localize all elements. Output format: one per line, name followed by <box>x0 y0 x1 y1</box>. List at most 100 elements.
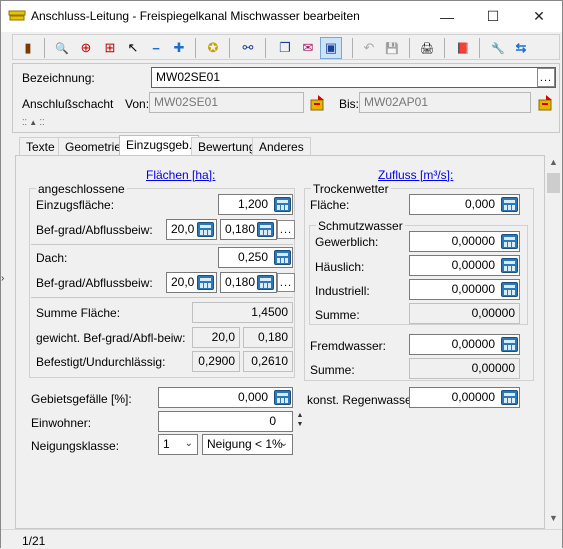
exit-button[interactable]: ▮ <box>17 37 39 59</box>
bezeichnung-input[interactable]: MW02SE01 <box>151 67 556 88</box>
fremdwasser-label: Fremdwasser: <box>310 339 387 353</box>
zufluss-link[interactable]: Zufluss [m³/s]: <box>378 168 453 182</box>
manhole-pick-icon <box>310 94 324 110</box>
zoom-out-button[interactable]: − <box>145 37 167 59</box>
tab-geometrie[interactable]: Geometrie <box>58 137 129 155</box>
close-button[interactable]: ✕ <box>516 1 562 32</box>
print-button[interactable]: 🖨 <box>416 37 438 59</box>
befestigt-value: 0,2900 <box>192 351 240 372</box>
calculator-icon[interactable] <box>501 197 518 212</box>
calculator-icon[interactable] <box>501 282 518 297</box>
save-button[interactable]: 💾 <box>381 37 403 59</box>
neigung-text-select[interactable]: Neigung < 1% ⌄ <box>202 434 293 455</box>
einzugsflaeche-label: Einzugsfläche: <box>36 198 115 212</box>
tab-einzugsgebiet[interactable]: Einzugsgeb. <box>119 135 200 156</box>
schmutz-summe-value: 0,00000 <box>409 303 520 324</box>
gewerblich-label: Gewerblich: <box>315 235 379 249</box>
tools-button[interactable]: 🔧 <box>487 37 509 59</box>
scroll-thumb[interactable] <box>547 173 560 193</box>
einzugsgebiet-panel: Flächen [ha]: angeschlossene Einzugsfläc… <box>15 155 545 529</box>
calculator-icon[interactable] <box>501 234 518 249</box>
calculator-icon[interactable] <box>274 250 291 265</box>
trocken-summe-value: 0,00000 <box>409 358 520 379</box>
calculator-icon[interactable] <box>257 222 274 237</box>
gefaelle-label: Gebietsgefälle [%]: <box>31 392 132 406</box>
bis-pick-button[interactable] <box>536 92 556 113</box>
bezeichnung-browse-button[interactable]: ... <box>537 68 555 87</box>
zoom-in-button[interactable]: ✚ <box>168 37 190 59</box>
dach-label: Dach: <box>36 251 68 265</box>
grid-select-icon: ⊞ <box>104 40 116 55</box>
befgrad1-label: Bef-grad/Abflussbeiw: <box>36 223 153 237</box>
von-label: Von: <box>125 97 150 111</box>
divider <box>31 244 293 245</box>
tab-anderes[interactable]: Anderes <box>252 137 311 155</box>
von-pick-button[interactable] <box>308 92 328 113</box>
wizard-button[interactable]: ✪ <box>202 37 224 59</box>
toolbar-separator <box>409 38 410 58</box>
zoom-extent-button[interactable]: ⊕ <box>75 37 97 59</box>
calculator-icon[interactable] <box>257 275 274 290</box>
maximize-button[interactable]: ☐ <box>470 1 516 32</box>
grid-select-button[interactable]: ⊞ <box>99 37 121 59</box>
undo-icon: ↶ <box>363 40 375 55</box>
bezeichnung-label: Bezeichnung: <box>22 71 95 85</box>
scroll-up-icon[interactable]: ▲ <box>549 157 558 167</box>
manhole-pick-icon <box>538 94 552 110</box>
industriell-label: Industriell: <box>315 284 370 298</box>
bis-input[interactable]: MW02AP01 <box>359 92 531 113</box>
window-title: Anschluss-Leitung - Freispiegelkanal Mis… <box>31 9 360 23</box>
network-button[interactable]: ⚯ <box>237 37 259 59</box>
gefaelle-input[interactable]: 0,000 <box>158 387 293 408</box>
einwohner-label: Einwohner: <box>31 416 92 430</box>
network-icon: ⚯ <box>242 40 254 55</box>
copy-window-button[interactable]: ❐ <box>274 37 296 59</box>
toolbar: ▮ 🔍 ⊕ ⊞ ↖ − ✚ ✪ ⚯ ❐ ✉ ▣ ↶ 💾 🖨 📕 🔧 ⇆ <box>12 34 560 60</box>
vertical-scrollbar[interactable]: ▲ ▼ <box>545 155 562 529</box>
book-icon: 📕 <box>456 42 470 55</box>
title-bar: Anschluss-Leitung - Freispiegelkanal Mis… <box>1 1 562 32</box>
status-bar: 1/21 <box>1 529 562 549</box>
abfluss2-browse-button[interactable]: ... <box>277 273 295 292</box>
einwohner-input[interactable]: 0 <box>158 411 293 432</box>
calculator-icon[interactable] <box>197 275 214 290</box>
tab-texte[interactable]: Texte <box>19 137 62 155</box>
minimize-button[interactable]: — <box>424 1 470 32</box>
toolbar-separator <box>479 38 480 58</box>
trocken-flaeche-label: Fläche: <box>310 198 350 212</box>
record-counter: 1/21 <box>22 534 46 548</box>
calculator-icon[interactable] <box>274 390 291 405</box>
bis-label: Bis: <box>339 97 360 111</box>
minimize-icon: — <box>440 8 454 25</box>
flaechen-link[interactable]: Flächen [ha]: <box>146 168 215 182</box>
calculator-icon[interactable] <box>274 197 291 212</box>
gewicht-grad-value: 20,0 <box>192 327 240 348</box>
pointer-icon: ↖ <box>127 40 139 55</box>
calculator-icon[interactable] <box>501 390 518 405</box>
neigungsklasse-value: 1 <box>163 437 170 451</box>
window-overlay-icon: ▣ <box>324 40 338 55</box>
scroll-down-icon[interactable]: ▼ <box>549 513 558 523</box>
calculator-icon[interactable] <box>501 258 518 273</box>
neigungsklasse-select[interactable]: 1 ⌄ <box>158 434 198 455</box>
book-button[interactable]: 📕 <box>452 37 474 59</box>
left-expand-marker[interactable]: › <box>1 273 4 284</box>
calculator-icon[interactable] <box>197 222 214 237</box>
copy-window-icon: ❐ <box>279 40 291 55</box>
connect-button[interactable]: ⇆ <box>510 37 532 59</box>
haeuslich-label: Häuslich: <box>315 260 365 274</box>
window-email-button[interactable]: ✉ <box>297 37 319 59</box>
zoom-button[interactable]: 🔍 <box>51 37 73 59</box>
einwohner-spinner[interactable]: ▲ ▼ <box>294 411 306 432</box>
undo-button[interactable]: ↶ <box>358 37 380 59</box>
splitter-grip[interactable]: ⁚⁚ ▲ ⁚⁚ <box>22 118 45 127</box>
toolbar-separator <box>195 38 196 58</box>
calculator-icon[interactable] <box>501 337 518 352</box>
von-input[interactable]: MW02SE01 <box>149 92 304 113</box>
pointer-button[interactable]: ↖ <box>122 37 144 59</box>
zoom-icon: 🔍 <box>55 42 69 55</box>
divider <box>31 297 293 298</box>
window-overlay-button[interactable]: ▣ <box>320 37 342 59</box>
regenwasser-label: konst. Regenwasser: <box>307 393 420 407</box>
abfluss1-browse-button[interactable]: ... <box>277 220 295 239</box>
